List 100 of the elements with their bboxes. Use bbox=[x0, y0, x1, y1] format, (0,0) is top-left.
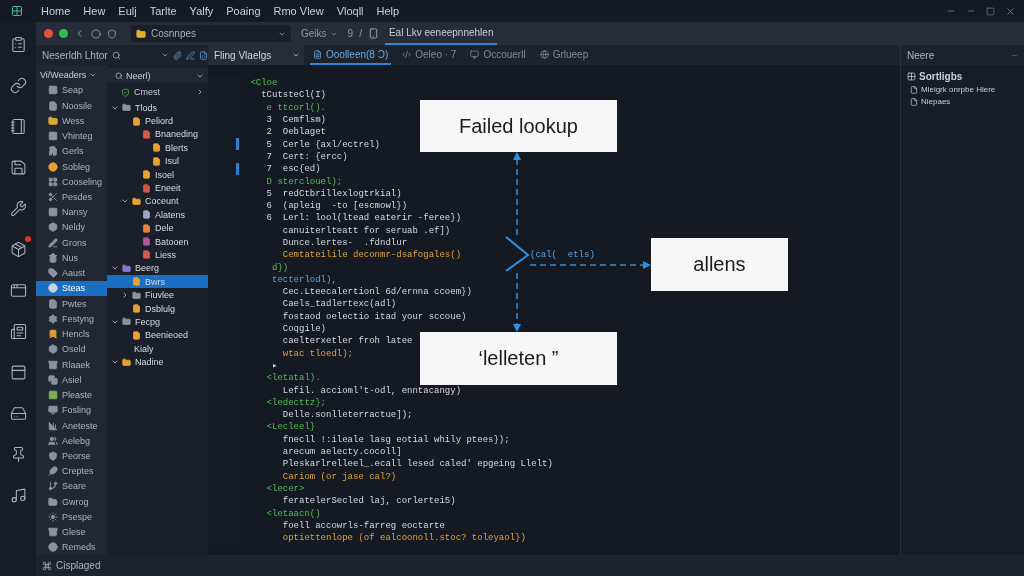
tree-item[interactable]: Kialy bbox=[107, 342, 208, 356]
code-line: Delle.sonlleterractue]); bbox=[281, 410, 413, 421]
filter-dropdown[interactable]: Fling Vlaelgs bbox=[208, 45, 304, 65]
tree-item[interactable]: Fecpg bbox=[107, 315, 208, 329]
sidebar-item[interactable]: Creptes bbox=[36, 463, 107, 479]
tree-item[interactable]: Isul bbox=[107, 154, 208, 168]
package-icon[interactable] bbox=[8, 239, 28, 259]
section-header[interactable]: Vi/Weaders bbox=[36, 68, 107, 83]
sidebar-item[interactable]: Pesdes bbox=[36, 189, 107, 205]
sidebar-item[interactable]: Hencls bbox=[36, 326, 107, 342]
panel-icon[interactable] bbox=[8, 362, 28, 382]
panel-item[interactable]: Niepaes bbox=[907, 97, 1018, 106]
tree-item[interactable]: Dele bbox=[107, 221, 208, 235]
code-line: Cemtateilile deconmr-dsafogales() bbox=[281, 250, 462, 261]
caret-icon[interactable] bbox=[161, 51, 169, 59]
menu-item[interactable]: Yalfy bbox=[189, 5, 214, 17]
link-icon[interactable] bbox=[8, 75, 28, 95]
sidebar-item[interactable]: Peorse bbox=[36, 448, 107, 464]
address-field[interactable]: Cosnnpes bbox=[131, 25, 291, 42]
sidebar-item[interactable]: Wess bbox=[36, 113, 107, 129]
sidebar-item[interactable]: Cooseling bbox=[36, 174, 107, 190]
sidebar-item[interactable]: Vhinteg bbox=[36, 128, 107, 144]
tree-item[interactable]: Bnaneding bbox=[107, 127, 208, 142]
menu-item[interactable]: Hew bbox=[83, 5, 106, 17]
sidebar-item[interactable]: Festyng bbox=[36, 311, 107, 327]
dropdown[interactable]: Geiks bbox=[297, 28, 342, 39]
menu-item[interactable]: Help bbox=[376, 5, 400, 17]
editor-tab[interactable]: Grlueep bbox=[536, 45, 592, 65]
code-line: <lecer> bbox=[265, 483, 305, 494]
tree-item[interactable]: Beenieoed bbox=[107, 328, 208, 343]
menu-item[interactable]: Rmo Vlew bbox=[273, 5, 324, 17]
sidebar-item[interactable]: Steas bbox=[36, 280, 107, 297]
tree-item[interactable]: Liess bbox=[107, 248, 208, 262]
sidebar-item[interactable]: Asiel bbox=[36, 372, 107, 388]
file-icon[interactable] bbox=[199, 50, 208, 60]
menu-item[interactable]: Tarlte bbox=[149, 5, 177, 17]
menu-item[interactable]: Eulj bbox=[118, 5, 137, 17]
sidebar-item[interactable]: Gwrog bbox=[36, 494, 107, 510]
notebook-icon[interactable] bbox=[8, 116, 28, 136]
panel-heading[interactable]: Sortligbs bbox=[907, 71, 1018, 82]
sidebar-item[interactable]: Seare bbox=[36, 478, 107, 495]
sidebar-item[interactable]: Rlaaek bbox=[36, 356, 107, 373]
code-line: fostaod oelectio itad your sccoue) bbox=[281, 311, 467, 322]
menu-item[interactable]: Poaing bbox=[226, 5, 261, 17]
callout-label: allens bbox=[651, 238, 788, 291]
tree-item[interactable]: Peliord bbox=[107, 114, 208, 128]
tree-item[interactable]: Beerg bbox=[107, 261, 208, 276]
tree-item[interactable]: Alatens bbox=[107, 208, 208, 222]
tree-item[interactable]: Nadine bbox=[107, 355, 208, 369]
code-line: tecterlodl), bbox=[271, 274, 337, 285]
sidebar-item[interactable]: Psespe bbox=[36, 509, 107, 525]
sidebar-item[interactable]: Grons bbox=[36, 235, 107, 251]
tree-item[interactable]: Dsblulg bbox=[107, 301, 208, 316]
tree-item[interactable]: Isoel bbox=[107, 167, 208, 182]
sidebar-item[interactable]: Sobleg bbox=[36, 158, 107, 175]
sidebar-item[interactable]: Seap bbox=[36, 82, 107, 98]
editor-tab[interactable]: Oeleo · 7 bbox=[399, 45, 460, 65]
tree-header[interactable]: Neerl) bbox=[107, 68, 208, 83]
sidebar-item[interactable]: Nus bbox=[36, 250, 107, 266]
sidebar-item[interactable]: Remeds bbox=[36, 539, 107, 555]
sidebar-item[interactable]: Noosile bbox=[36, 98, 107, 114]
sidebar-item[interactable]: Aelebg bbox=[36, 433, 107, 449]
tree-item[interactable]: Batooen bbox=[107, 234, 208, 249]
zoom-dot[interactable] bbox=[59, 29, 68, 38]
sidebar-item[interactable]: Pleaste bbox=[36, 387, 107, 403]
tree-item[interactable]: Blerts bbox=[107, 141, 208, 155]
tree-item[interactable]: Coceunt bbox=[107, 194, 208, 209]
caret-icon[interactable] bbox=[121, 291, 129, 300]
save-icon[interactable] bbox=[8, 157, 28, 177]
newspaper-icon[interactable] bbox=[8, 321, 28, 341]
code-line: Cec.Lteecalertionl 6d/ernna ccoem}) bbox=[281, 287, 472, 298]
tree-item[interactable]: Eneeit bbox=[107, 181, 208, 195]
sidebar-item[interactable]: Fosling bbox=[36, 402, 107, 418]
close-dot[interactable] bbox=[44, 29, 53, 38]
tree-item[interactable]: Fiuvlee bbox=[107, 288, 208, 302]
sidebar-item[interactable]: Gerls bbox=[36, 143, 107, 159]
sidebar-item[interactable]: Nansy bbox=[36, 204, 107, 220]
tree-item[interactable]: Bwrs bbox=[107, 275, 208, 289]
pinned-item[interactable]: Cmest bbox=[107, 83, 208, 101]
sidebar-item[interactable]: Aaust bbox=[36, 265, 107, 281]
panel-item[interactable]: Mleigrk onrpbe Hlere bbox=[907, 85, 1018, 94]
menu-item[interactable]: Home bbox=[41, 5, 71, 17]
close-icon[interactable] bbox=[1005, 5, 1016, 17]
circle-icon[interactable] bbox=[91, 28, 101, 39]
paperclip-icon[interactable] bbox=[173, 50, 182, 60]
sidebar-item[interactable]: Aneteste bbox=[36, 417, 107, 434]
menu-item[interactable]: Vloqll bbox=[336, 5, 364, 17]
phone-icon[interactable] bbox=[367, 28, 379, 39]
sidebar-item[interactable]: Oseld bbox=[36, 341, 107, 357]
code-line: fnecll !:ileale lasg eotial whily ptees}); bbox=[281, 434, 510, 445]
code-line: 7 esc{ed) bbox=[265, 164, 321, 175]
sidebar-item[interactable]: Neldy bbox=[36, 219, 107, 236]
search-icon[interactable] bbox=[111, 50, 121, 60]
shield-icon[interactable] bbox=[107, 28, 117, 39]
tree-item[interactable]: Tlods bbox=[107, 101, 208, 115]
sidebar-item[interactable]: Pwtes bbox=[36, 296, 107, 312]
editor-tab[interactable]: Occouerll bbox=[467, 45, 529, 65]
count-text: 9 bbox=[347, 28, 354, 39]
wrench-icon[interactable] bbox=[8, 198, 28, 218]
sidebar-item[interactable]: Glese bbox=[36, 524, 107, 540]
